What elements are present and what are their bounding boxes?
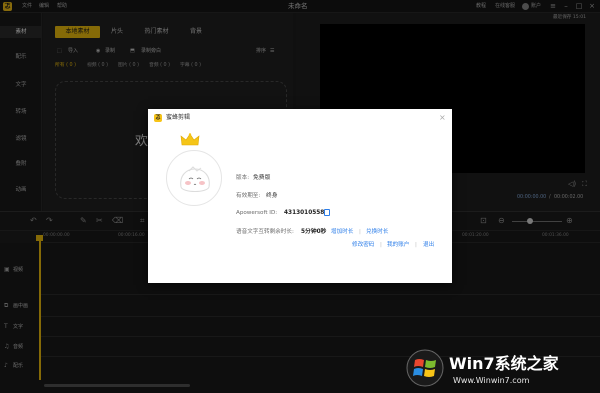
add-time-link[interactable]: 增加时长 bbox=[331, 228, 353, 236]
watermark-url: Www.Winwin7.com bbox=[453, 376, 530, 385]
logout-link[interactable]: 退出 bbox=[423, 241, 434, 249]
dialog-logo-icon: 忑 bbox=[154, 114, 162, 122]
link-separator: | bbox=[415, 242, 417, 248]
apowersoft-id-label: Apowersoft ID: bbox=[236, 210, 278, 216]
speech-remaining-value: 5分钟0秒 bbox=[301, 229, 327, 235]
validity-value: 终身 bbox=[266, 193, 278, 199]
windows-logo-icon bbox=[406, 349, 444, 387]
copy-icon[interactable] bbox=[324, 209, 330, 216]
dialog-close-icon[interactable]: × bbox=[439, 113, 446, 122]
link-separator: | bbox=[359, 229, 361, 235]
redeem-time-link[interactable]: 兑换时长 bbox=[366, 228, 388, 236]
speech-remaining-label: 语音文字互转剩余时长: bbox=[236, 229, 294, 235]
crown-icon bbox=[180, 133, 200, 147]
user-avatar bbox=[166, 150, 222, 206]
dialog-title: 蜜蜂剪辑 bbox=[166, 114, 191, 121]
version-value: 免费版 bbox=[253, 175, 271, 181]
my-account-link[interactable]: 我的账户 bbox=[387, 241, 409, 249]
version-label: 版本: bbox=[236, 175, 250, 181]
link-separator: | bbox=[380, 242, 382, 248]
validity-label: 有效期至: bbox=[236, 193, 261, 199]
bun-mascot-icon bbox=[180, 166, 210, 192]
app-window: 忑 文件 编辑 帮助 未命名 教程 在线客服 账户 ≡ – □ × 素材 配乐 … bbox=[0, 0, 600, 393]
watermark: Win7系统之家 Www.Winwin7.com bbox=[405, 346, 600, 393]
apowersoft-id-value: 4313010558 bbox=[284, 210, 325, 216]
change-password-link[interactable]: 修改密码 bbox=[352, 241, 374, 249]
watermark-brand: Win7系统之家 bbox=[449, 354, 559, 373]
